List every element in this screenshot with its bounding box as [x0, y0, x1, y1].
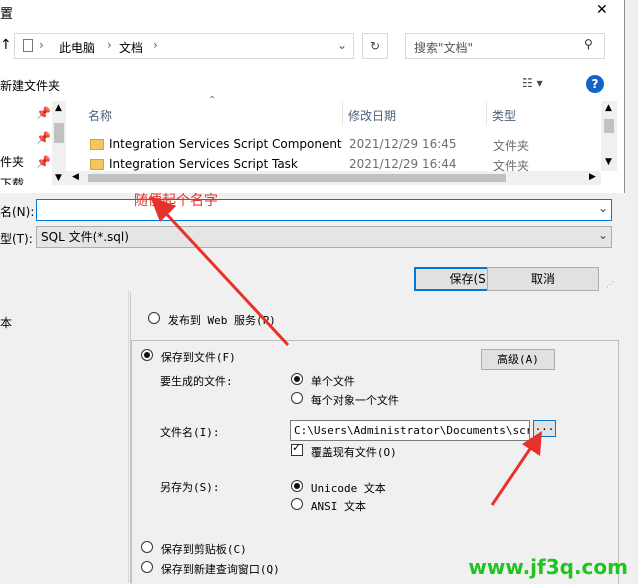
arrow-to-browse	[490, 442, 536, 506]
watermark: www.jf3q.com	[468, 555, 628, 579]
arrowhead-browse	[522, 431, 542, 456]
arrow-to-filename	[158, 205, 290, 347]
annotation-arrows	[150, 196, 542, 506]
